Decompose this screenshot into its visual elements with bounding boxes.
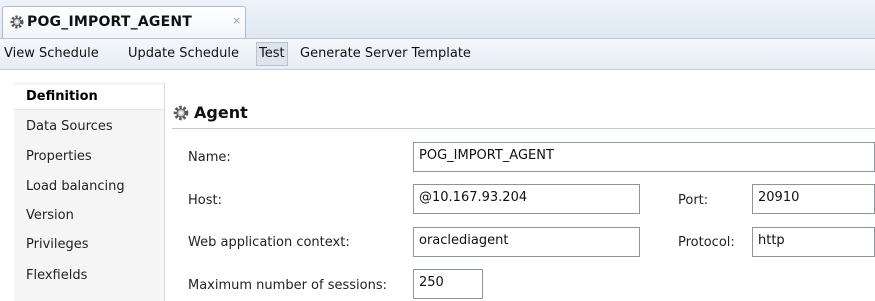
- web-application-context-field[interactable]: oraclediagent: [413, 227, 640, 257]
- sidebar-item-properties[interactable]: Properties: [26, 149, 92, 164]
- protocol-label: Protocol:: [678, 235, 735, 250]
- gear-icon: [173, 105, 189, 121]
- tab-title: POG_IMPORT_AGENT: [27, 14, 193, 30]
- maximum-sessions-field[interactable]: 250: [413, 269, 483, 299]
- close-icon[interactable]: ×: [232, 14, 241, 27]
- host-field[interactable]: @10.167.93.204: [413, 184, 640, 214]
- port-field[interactable]: 20910: [752, 184, 875, 214]
- sidebar-item-data-sources[interactable]: Data Sources: [26, 119, 113, 134]
- sidebar-item-definition[interactable]: Definition: [26, 89, 98, 104]
- sidebar-item-flexfields[interactable]: Flexfields: [26, 268, 87, 283]
- sidebar-item-load-balancing[interactable]: Load balancing: [26, 179, 125, 194]
- name-field[interactable]: POG_IMPORT_AGENT: [413, 142, 875, 172]
- test-button[interactable]: Test: [256, 42, 288, 66]
- protocol-field[interactable]: http: [752, 227, 875, 257]
- gear-icon: [10, 15, 24, 29]
- view-schedule-button[interactable]: View Schedule: [2, 43, 101, 65]
- name-label: Name:: [188, 150, 231, 165]
- sidebar-item-privileges[interactable]: Privileges: [26, 237, 89, 252]
- action-menu-bar: View Schedule Update Schedule Test Gener…: [0, 39, 875, 70]
- host-label: Host:: [188, 193, 222, 208]
- generate-server-template-button[interactable]: Generate Server Template: [298, 43, 473, 65]
- editor-tab-strip: POG_IMPORT_AGENT ×: [0, 0, 875, 39]
- update-schedule-button[interactable]: Update Schedule: [126, 43, 241, 65]
- sidebar-item-version[interactable]: Version: [26, 208, 74, 223]
- section-title: Agent: [194, 103, 248, 122]
- web-application-context-label: Web application context:: [188, 235, 350, 250]
- maximum-sessions-label: Maximum number of sessions:: [188, 278, 387, 293]
- tab-pog-import-agent[interactable]: POG_IMPORT_AGENT ×: [2, 6, 246, 38]
- sidebar: Definition Data Sources Properties Load …: [14, 82, 165, 301]
- port-label: Port:: [678, 193, 709, 208]
- section-header-agent: Agent: [172, 102, 875, 129]
